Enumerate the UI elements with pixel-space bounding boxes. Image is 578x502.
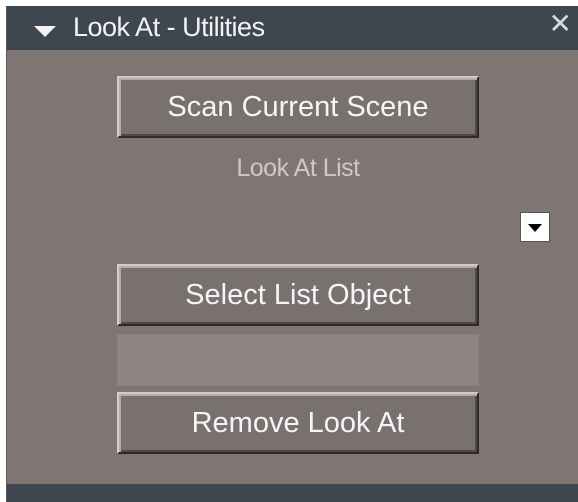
look-at-list-dropdown[interactable]	[520, 212, 550, 242]
look-at-list-label: Look At List	[236, 154, 360, 182]
close-icon[interactable]: ✕	[549, 10, 572, 38]
remove-look-at-button[interactable]: Remove Look At	[117, 392, 479, 454]
panel-bottom-bar	[7, 484, 578, 502]
status-field	[117, 334, 479, 386]
scan-current-scene-button[interactable]: Scan Current Scene	[117, 76, 479, 138]
collapse-arrow-icon[interactable]	[34, 26, 56, 37]
panel-title: Look At - Utilities	[73, 12, 265, 42]
chevron-down-icon	[528, 224, 542, 232]
utilities-panel: Look At - Utilities ✕ Scan Current Scene…	[6, 6, 578, 502]
panel-titlebar[interactable]: Look At - Utilities ✕	[7, 6, 578, 50]
select-list-object-button[interactable]: Select List Object	[117, 264, 479, 326]
